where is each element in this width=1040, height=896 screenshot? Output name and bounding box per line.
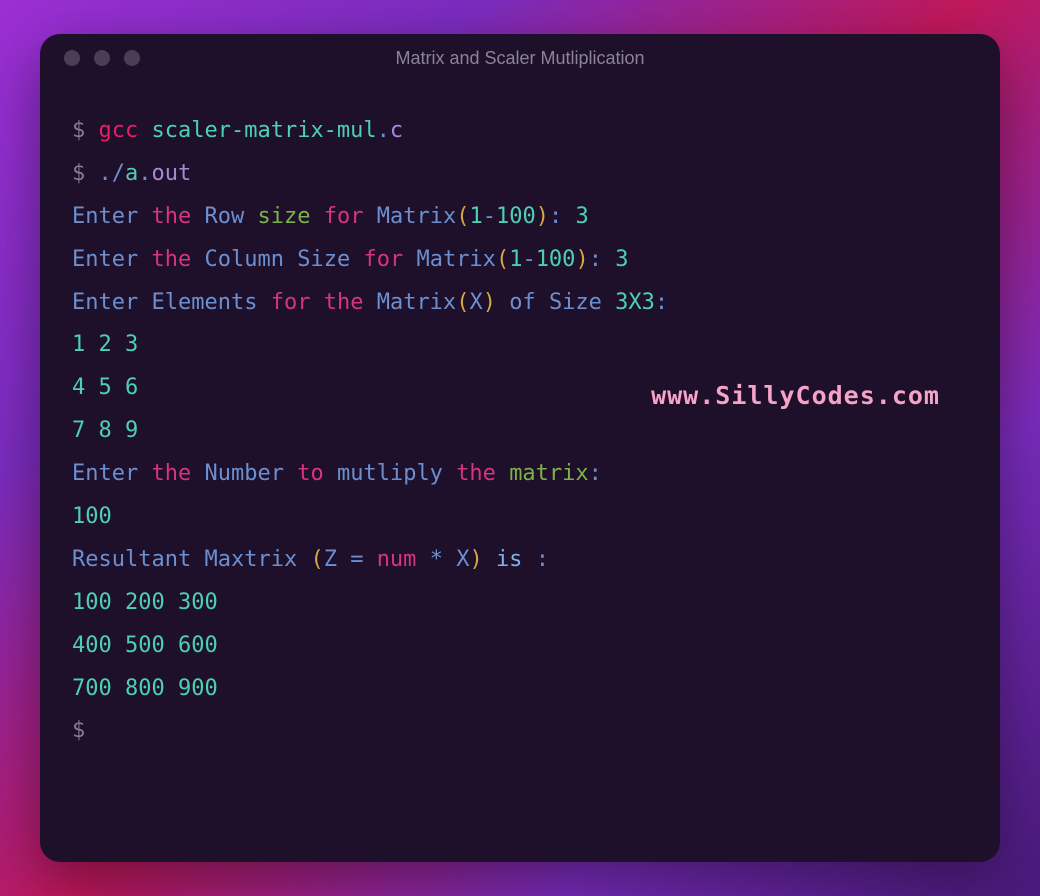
dotslash: ./	[99, 161, 126, 186]
terminal-content[interactable]: www.SillyCodes.com $ gcc scaler-matrix-m…	[40, 82, 1000, 862]
result-row-3: 700 800 900	[72, 668, 968, 711]
lparen: (	[496, 247, 509, 272]
result-prompt: Resultant Maxtrix (Z = num * X) is :	[72, 539, 968, 582]
matrix-text: matrix	[509, 461, 588, 486]
dot: .	[377, 118, 390, 143]
one: 1	[509, 247, 522, 272]
row-text: Row	[204, 204, 244, 229]
eq: =	[350, 547, 363, 572]
matrix-text: Matrix	[377, 204, 456, 229]
matrix-text: Matrix	[377, 290, 456, 315]
number-text: Number	[204, 461, 283, 486]
title-bar: Matrix and Scaler Mutliplication	[40, 34, 1000, 82]
colon: :	[549, 204, 562, 229]
minimize-icon[interactable]	[94, 50, 110, 66]
the-text: the	[151, 461, 191, 486]
colon: :	[536, 547, 549, 572]
command-line-1: $ gcc scaler-matrix-mul.c	[72, 110, 968, 153]
for-text: for	[363, 247, 403, 272]
z-text: Z	[324, 547, 337, 572]
size-text: Size	[549, 290, 602, 315]
x-text: X	[456, 547, 469, 572]
matrix-text: Matrix	[416, 247, 495, 272]
for-text: for	[324, 204, 364, 229]
col-value: 3	[615, 247, 628, 272]
dot: .	[138, 161, 151, 186]
rparen: )	[575, 247, 588, 272]
command-line-2: $ ./a.out	[72, 153, 968, 196]
result-row-2: 400 500 600	[72, 625, 968, 668]
enter-text: Enter	[72, 461, 138, 486]
resultant-text: Resultant	[72, 547, 191, 572]
prompt-symbol: $	[72, 118, 85, 143]
star: *	[430, 547, 443, 572]
one: 1	[469, 204, 482, 229]
out-text: out	[152, 161, 192, 186]
a-text: a	[125, 161, 138, 186]
enter-text: Enter	[72, 204, 138, 229]
lparen: (	[456, 204, 469, 229]
number-prompt: Enter the Number to mutliply the matrix:	[72, 453, 968, 496]
rparen: )	[469, 547, 482, 572]
of-text: of	[509, 290, 536, 315]
scalar-value: 100	[72, 496, 968, 539]
for-text: for	[271, 290, 311, 315]
dash: -	[483, 204, 496, 229]
colon: :	[589, 461, 602, 486]
close-icon[interactable]	[64, 50, 80, 66]
lparen: (	[456, 290, 469, 315]
hundred: 100	[496, 204, 536, 229]
result-row-1: 100 200 300	[72, 582, 968, 625]
matrix-row-1: 1 2 3	[72, 324, 968, 367]
col-size-prompt: Enter the Column Size for Matrix(1-100):…	[72, 239, 968, 282]
enter-text: Enter	[72, 290, 138, 315]
maxtrix-text: Maxtrix	[204, 547, 297, 572]
to-text: to	[297, 461, 324, 486]
colon: :	[655, 290, 668, 315]
enter-text: Enter	[72, 247, 138, 272]
elements-text: Elements	[151, 290, 257, 315]
row-size-prompt: Enter the Row size for Matrix(1-100): 3	[72, 196, 968, 239]
x-text: X	[469, 290, 482, 315]
file-name: scaler-matrix-mul	[152, 118, 377, 143]
lparen: (	[310, 547, 323, 572]
column-text: Column	[204, 247, 283, 272]
colon: :	[589, 247, 602, 272]
terminal-window: Matrix and Scaler Mutliplication www.Sil…	[40, 34, 1000, 862]
the-text: the	[456, 461, 496, 486]
dash: -	[522, 247, 535, 272]
window-title: Matrix and Scaler Mutliplication	[395, 48, 644, 69]
the-text: the	[151, 247, 191, 272]
traffic-lights	[64, 50, 140, 66]
prompt-symbol: $	[72, 161, 85, 186]
rparen: )	[536, 204, 549, 229]
the-text: the	[151, 204, 191, 229]
maximize-icon[interactable]	[124, 50, 140, 66]
prompt-symbol: $	[72, 710, 968, 753]
num-text: num	[377, 547, 417, 572]
row-value: 3	[575, 204, 588, 229]
is-text: is	[496, 547, 523, 572]
hundred: 100	[536, 247, 576, 272]
size-text: size	[257, 204, 310, 229]
the-text: the	[324, 290, 364, 315]
elements-prompt: Enter Elements for the Matrix(X) of Size…	[72, 282, 968, 325]
multiply-text: mutliply	[337, 461, 443, 486]
gcc-command: gcc	[99, 118, 139, 143]
dims-text: 3X3	[615, 290, 655, 315]
file-ext: c	[390, 118, 403, 143]
watermark: www.SillyCodes.com	[651, 372, 940, 421]
size-text: Size	[297, 247, 350, 272]
rparen: )	[483, 290, 496, 315]
